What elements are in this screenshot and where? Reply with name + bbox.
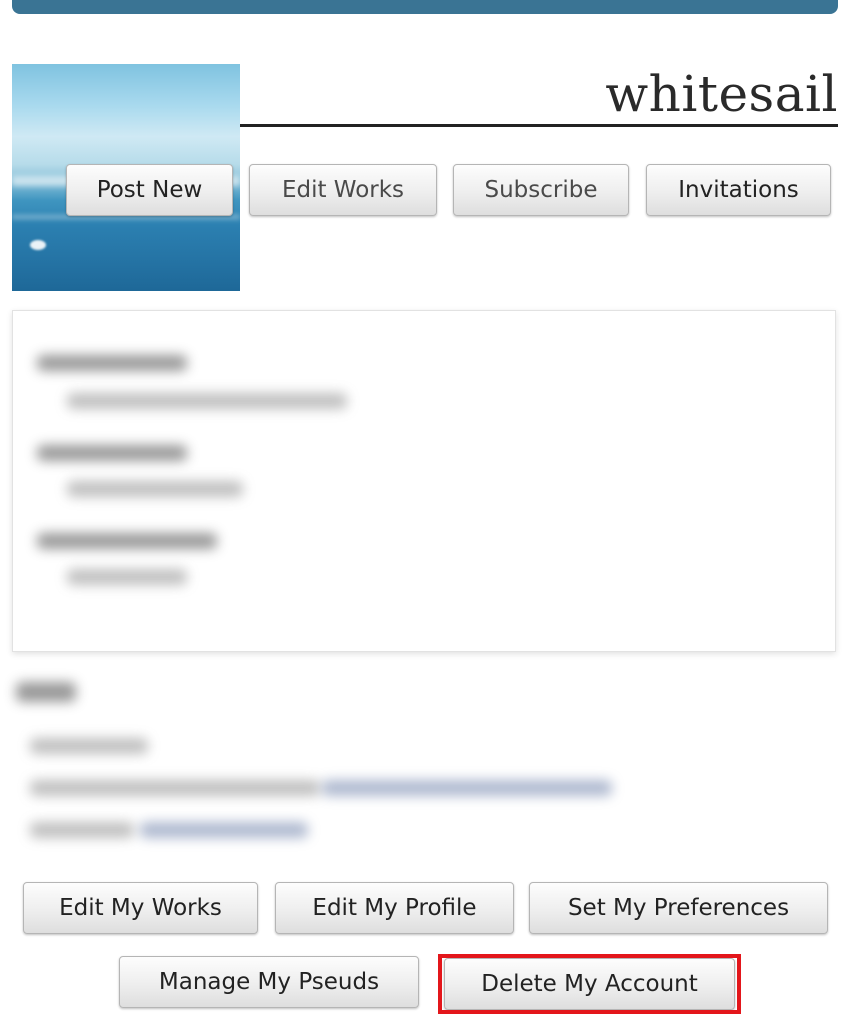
redacted-text — [30, 738, 148, 754]
redacted-text — [67, 393, 347, 409]
page-title: whitesail — [605, 65, 838, 123]
redacted-text — [30, 822, 134, 838]
redacted-text — [37, 355, 187, 371]
redacted-link — [322, 780, 612, 796]
set-my-preferences-button[interactable]: Set My Preferences — [529, 882, 828, 934]
edit-my-works-button[interactable]: Edit My Works — [23, 882, 258, 934]
avatar-spray — [30, 240, 46, 250]
redacted-text — [67, 569, 187, 585]
profile-meta-panel — [12, 310, 836, 652]
top-banner — [12, 0, 838, 14]
title-underline — [240, 124, 838, 127]
redacted-link — [140, 822, 308, 838]
invitations-button[interactable]: Invitations — [646, 164, 831, 216]
delete-my-account-button[interactable]: Delete My Account — [444, 958, 735, 1010]
manage-my-pseuds-button[interactable]: Manage My Pseuds — [119, 956, 419, 1008]
redacted-text — [30, 780, 320, 796]
post-new-button[interactable]: Post New — [66, 164, 233, 216]
edit-my-profile-button[interactable]: Edit My Profile — [275, 882, 514, 934]
redacted-text — [37, 445, 187, 461]
subscribe-button[interactable]: Subscribe — [453, 164, 629, 216]
redacted-heading — [16, 682, 76, 702]
edit-works-button[interactable]: Edit Works — [249, 164, 437, 216]
redacted-text — [67, 481, 243, 497]
redacted-text — [37, 533, 217, 549]
